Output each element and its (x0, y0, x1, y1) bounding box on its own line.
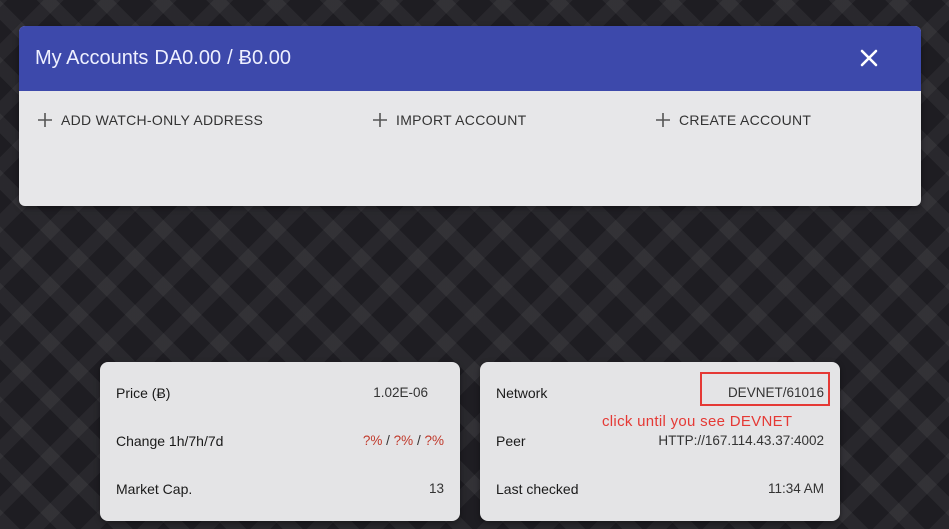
network-value[interactable]: DEVNET/61016 (728, 385, 824, 400)
accounts-title: My Accounts DA0.00 / Ƀ0.00 (35, 47, 291, 70)
network-row: Network DEVNET/61016 (496, 385, 824, 405)
price-label: Price (Ƀ) (116, 385, 171, 401)
balance-btc: Ƀ0.00 (238, 47, 291, 69)
plus-icon (373, 113, 387, 127)
price-card: Price (Ƀ) 1.02E-06 Change 1h/7h/7d ?% / … (100, 362, 460, 521)
accounts-title-text: My Accounts (35, 47, 149, 69)
import-account-button[interactable]: IMPORT ACCOUNT (372, 112, 526, 128)
plus-icon (656, 113, 670, 127)
last-checked-label: Last checked (496, 481, 579, 497)
create-account-label: CREATE ACCOUNT (679, 112, 812, 128)
balance-separator: / (227, 47, 233, 69)
market-cap-row: Market Cap. 13 (116, 481, 444, 501)
import-account-label: IMPORT ACCOUNT (396, 112, 527, 128)
close-button[interactable] (857, 46, 881, 70)
change-1h: ?% (362, 433, 383, 448)
balance-daa: DA0.00 (154, 47, 222, 69)
network-card: Network DEVNET/61016 Peer HTTP://167.114… (480, 362, 840, 521)
market-cap-value: 13 (428, 481, 444, 496)
change-separator: / (416, 433, 421, 448)
peer-value: HTTP://167.114.43.37:4002 (658, 433, 824, 448)
change-value: ?% / ?% / ?% (363, 433, 444, 448)
last-checked-value: 11:34 AM (767, 481, 824, 496)
add-watch-only-address-button[interactable]: ADD WATCH-ONLY ADDRESS (37, 112, 263, 128)
peer-label: Peer (496, 433, 526, 449)
last-checked-row: Last checked 11:34 AM (496, 481, 824, 501)
change-7h: ?% (393, 433, 414, 448)
close-icon (860, 49, 878, 67)
market-cap-label: Market Cap. (116, 481, 193, 497)
price-value: 1.02E-06 (373, 385, 428, 400)
network-label: Network (496, 385, 548, 401)
change-separator: / (386, 433, 390, 448)
plus-icon (38, 113, 52, 127)
annotation-text: click until you see DEVNET (602, 413, 793, 430)
change-label: Change 1h/7h/7d (116, 433, 224, 449)
price-row: Price (Ƀ) 1.02E-06 (116, 385, 444, 405)
accounts-panel: My Accounts DA0.00 / Ƀ0.00 ADD WATCH-ONL… (19, 26, 921, 206)
change-row: Change 1h/7h/7d ?% / ?% / ?% (116, 433, 444, 453)
add-watch-only-address-label: ADD WATCH-ONLY ADDRESS (61, 112, 264, 128)
accounts-header: My Accounts DA0.00 / Ƀ0.00 (19, 26, 921, 91)
create-account-button[interactable]: CREATE ACCOUNT (655, 112, 811, 128)
change-7d: ?% (424, 433, 444, 448)
peer-row: Peer HTTP://167.114.43.37:4002 (496, 433, 824, 453)
account-actions: ADD WATCH-ONLY ADDRESS IMPORT ACCOUNT CR… (19, 91, 921, 151)
